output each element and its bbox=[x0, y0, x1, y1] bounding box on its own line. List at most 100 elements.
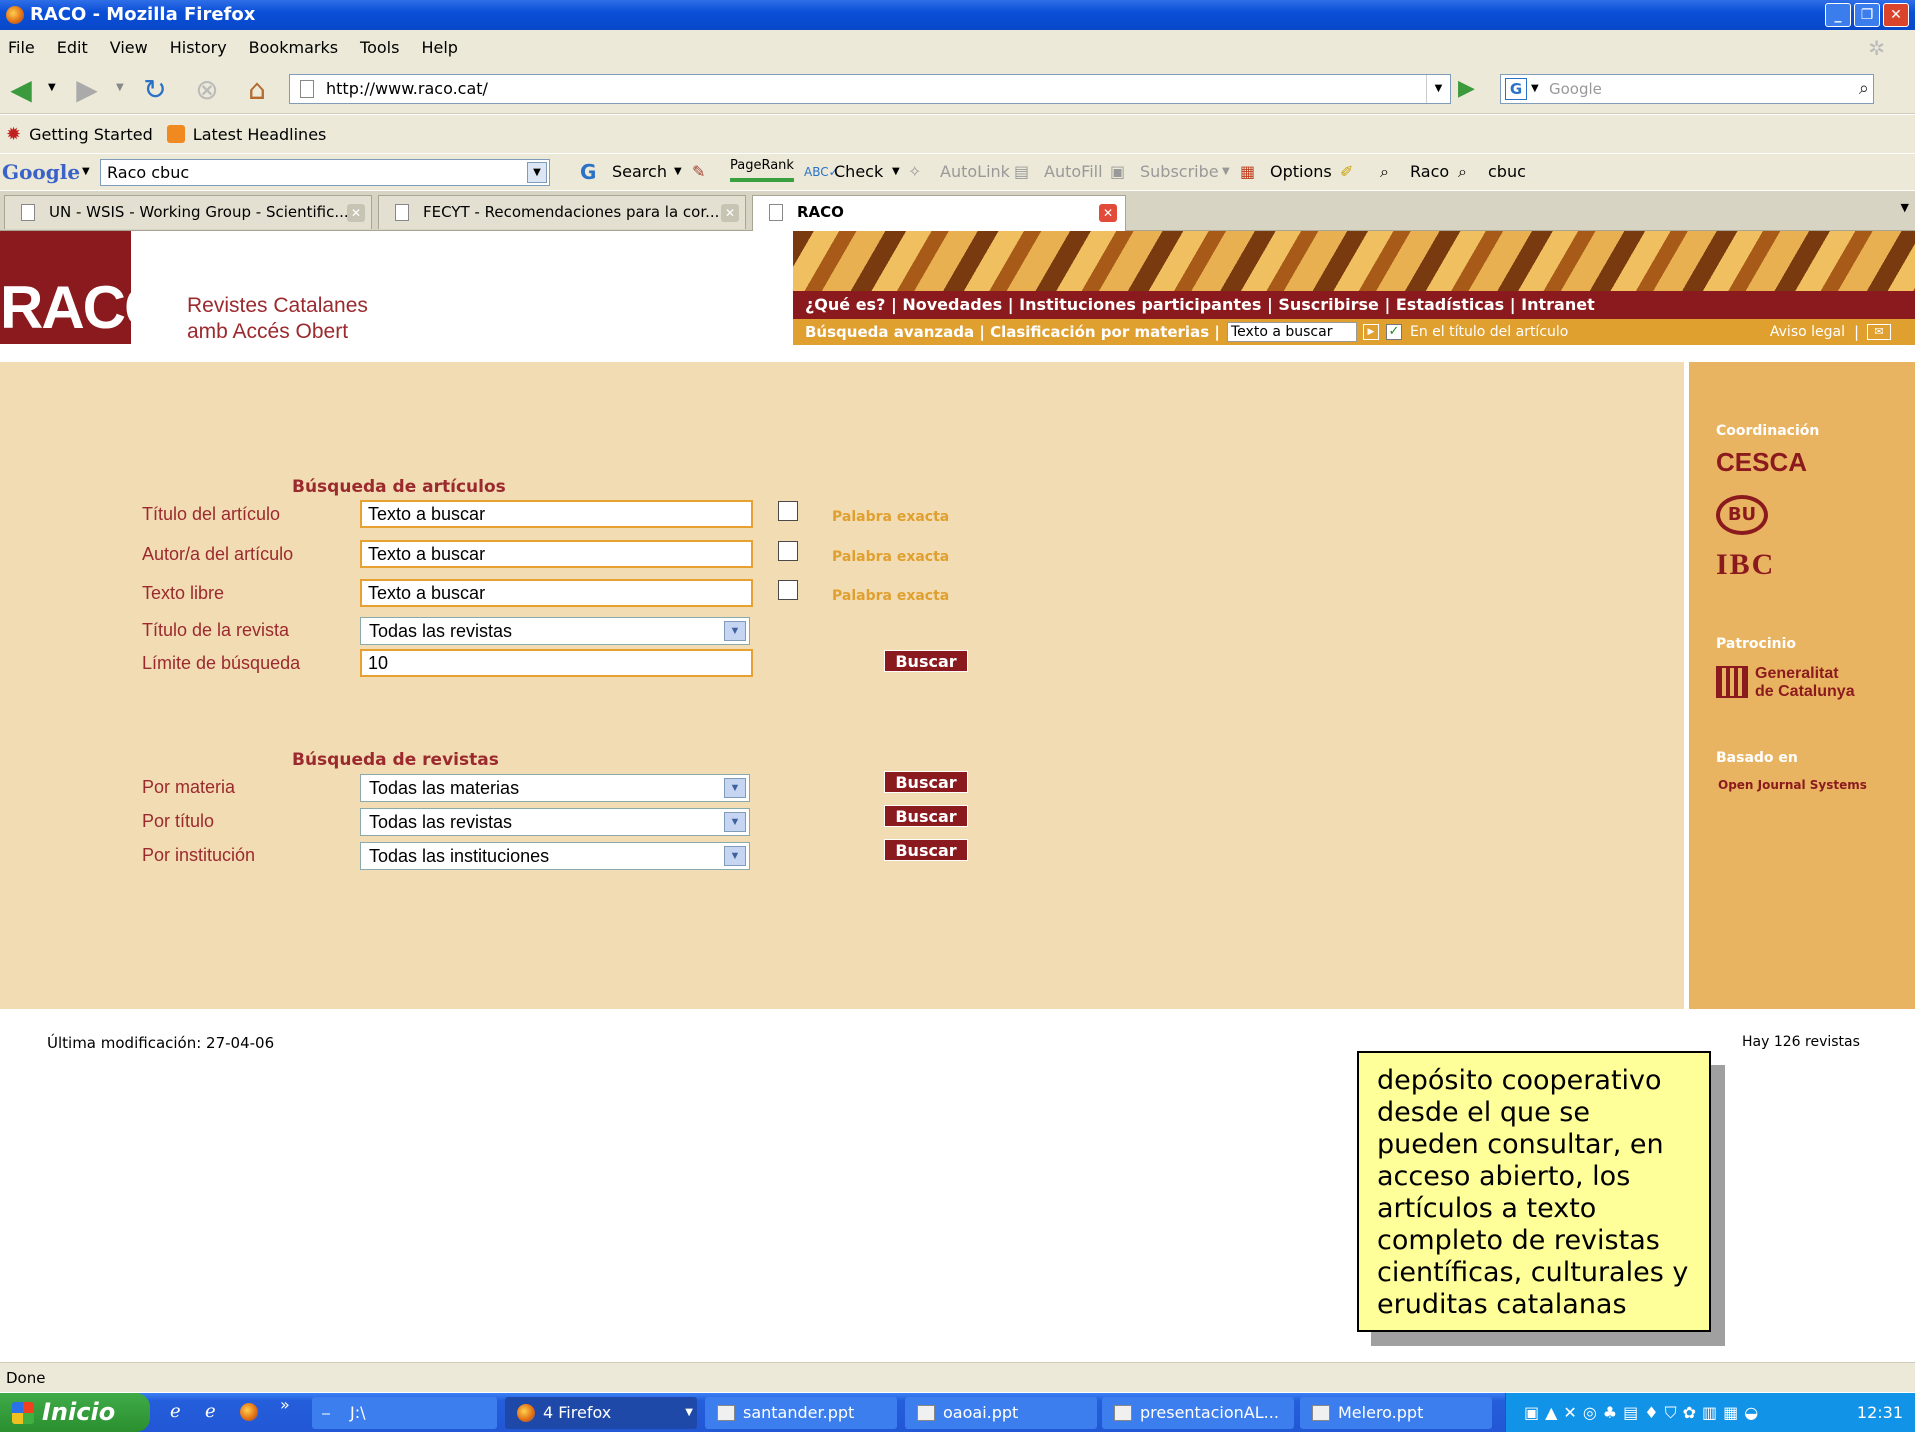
by-subject-search-button[interactable]: Buscar bbox=[884, 771, 968, 793]
nav-clasificacion[interactable]: Clasificación por materias bbox=[990, 323, 1209, 341]
bu-logo[interactable]: BU bbox=[1716, 495, 1768, 535]
cesca-logo[interactable]: CESCA bbox=[1716, 447, 1807, 478]
menu-history[interactable]: History bbox=[170, 38, 227, 57]
check-button[interactable]: Check bbox=[834, 154, 883, 190]
autolink-button[interactable]: AutoLink bbox=[940, 154, 1010, 190]
chevron-down-icon[interactable]: ▼ bbox=[724, 621, 746, 641]
go-arrow-icon[interactable]: ▶ bbox=[1458, 76, 1475, 101]
google-search-button[interactable]: Search bbox=[612, 154, 667, 190]
reload-icon[interactable]: ↻ bbox=[138, 72, 172, 106]
taskbar-item-firefox[interactable]: 4 Firefox ▼ bbox=[505, 1397, 697, 1429]
articles-search-button[interactable]: Buscar bbox=[884, 650, 968, 672]
autofill-button[interactable]: AutoFill bbox=[1044, 154, 1103, 190]
taskbar-item-drive[interactable]: ⎯ J:\ bbox=[312, 1397, 497, 1429]
news-icon[interactable]: ✎ bbox=[692, 154, 705, 190]
nav-novedades[interactable]: Novedades bbox=[902, 295, 1002, 314]
check-dropdown-icon[interactable]: ▼ bbox=[892, 154, 900, 190]
taskbar-item-oaoai[interactable]: oaoai.ppt bbox=[905, 1397, 1097, 1429]
menu-bookmarks[interactable]: Bookmarks bbox=[249, 38, 338, 57]
home-icon[interactable]: ⌂ bbox=[240, 72, 274, 106]
raco-logo[interactable]: RACO bbox=[0, 231, 131, 344]
menu-help[interactable]: Help bbox=[421, 38, 457, 57]
mail-icon[interactable]: ✉ bbox=[1867, 324, 1891, 340]
nav-instituciones[interactable]: Instituciones participantes bbox=[1019, 295, 1261, 314]
tab-close-icon[interactable]: ✕ bbox=[347, 204, 365, 222]
search-dropdown-icon[interactable]: ▼ bbox=[674, 154, 682, 190]
search-box[interactable]: G ▼ Google ⌕ bbox=[1500, 74, 1874, 104]
search-icon[interactable]: ⌕ bbox=[1859, 75, 1869, 103]
quicklaunch-browser-icon[interactable]: ℯ bbox=[205, 1401, 216, 1422]
minimize-button[interactable]: _ bbox=[1825, 3, 1851, 27]
tab-wsis[interactable]: UN - WSIS - Working Group - Scientific..… bbox=[4, 195, 372, 229]
by-institution-search-button[interactable]: Buscar bbox=[884, 839, 968, 861]
chevron-down-icon[interactable]: ▼ bbox=[724, 778, 746, 798]
generalitat-logo[interactable]: Generalitat de Catalunya bbox=[1755, 665, 1855, 701]
nav-busqueda-avanzada[interactable]: Búsqueda avanzada bbox=[805, 323, 974, 341]
tray-icons[interactable]: ▣▲✕◎♣▤♦⛉✿▥▦◒ bbox=[1524, 1393, 1764, 1432]
raco-search-button[interactable]: Raco bbox=[1410, 154, 1449, 190]
quicklaunch-ie-icon[interactable]: ℯ bbox=[170, 1401, 181, 1422]
tab-close-icon[interactable]: ✕ bbox=[1099, 204, 1117, 222]
bookmark-latest-headlines[interactable]: Latest Headlines bbox=[193, 125, 327, 144]
article-title-exact-checkbox[interactable] bbox=[778, 501, 798, 521]
chevron-down-icon[interactable]: ▼ bbox=[724, 846, 746, 866]
menu-file[interactable]: File bbox=[8, 38, 35, 57]
quicklaunch-firefox-icon[interactable] bbox=[240, 1403, 258, 1421]
subscribe-button[interactable]: Subscribe bbox=[1140, 154, 1219, 190]
stop-icon[interactable]: ⊗ bbox=[190, 72, 224, 106]
chevron-down-icon[interactable]: ▼ bbox=[724, 812, 746, 832]
quick-search-input[interactable]: Texto a buscar bbox=[1227, 322, 1357, 342]
taskbar-item-santander[interactable]: santander.ppt bbox=[705, 1397, 897, 1429]
article-author-exact-checkbox[interactable] bbox=[778, 541, 798, 561]
by-title-search-button[interactable]: Buscar bbox=[884, 805, 968, 827]
query-dropdown-icon[interactable]: ▼ bbox=[527, 162, 547, 183]
google-engine-icon[interactable]: G bbox=[1505, 78, 1527, 100]
back-dropdown-icon[interactable]: ▼ bbox=[48, 82, 56, 93]
article-author-input[interactable]: Texto a buscar bbox=[360, 540, 753, 568]
start-button[interactable]: Inicio bbox=[0, 1393, 150, 1432]
group-dropdown-icon[interactable]: ▼ bbox=[685, 1397, 693, 1429]
quick-search-go-icon[interactable]: ▶ bbox=[1363, 324, 1379, 340]
restore-button[interactable]: ❐ bbox=[1854, 3, 1880, 27]
by-title-select[interactable]: Todas las revistas ▼ bbox=[360, 808, 750, 836]
options-button[interactable]: Options bbox=[1270, 154, 1332, 190]
journal-title-select[interactable]: Todas las revistas ▼ bbox=[360, 617, 750, 645]
ojs-link[interactable]: Open Journal Systems bbox=[1718, 778, 1867, 792]
taskbar-item-melero[interactable]: Melero.ppt bbox=[1300, 1397, 1492, 1429]
back-arrow-icon[interactable]: ◀ bbox=[4, 72, 38, 106]
menu-view[interactable]: View bbox=[110, 38, 148, 57]
tab-raco[interactable]: RACO ✕ bbox=[752, 195, 1126, 231]
nav-intranet[interactable]: Intranet bbox=[1521, 295, 1595, 314]
nav-suscribirse[interactable]: Suscribirse bbox=[1278, 295, 1379, 314]
quicklaunch-more-icon[interactable]: » bbox=[280, 1395, 290, 1414]
nav-estadisticas[interactable]: Estadísticas bbox=[1396, 295, 1504, 314]
by-institution-select[interactable]: Todas las instituciones ▼ bbox=[360, 842, 750, 870]
subscribe-dropdown-icon[interactable]: ▼ bbox=[1222, 154, 1230, 190]
highlighter-icon[interactable]: ✐ bbox=[1340, 154, 1353, 190]
menu-edit[interactable]: Edit bbox=[57, 38, 88, 57]
free-text-input[interactable]: Texto a buscar bbox=[360, 579, 753, 607]
ibc-logo[interactable]: IBC bbox=[1716, 548, 1775, 582]
bookmark-getting-started[interactable]: Getting Started bbox=[29, 125, 153, 144]
close-window-button[interactable]: ✕ bbox=[1883, 3, 1909, 27]
google-logo[interactable]: Google bbox=[2, 154, 80, 190]
url-bar[interactable]: http://www.raco.cat/ ▼ bbox=[289, 74, 1451, 104]
by-subject-select[interactable]: Todas las materias ▼ bbox=[360, 774, 750, 802]
google-menu-dropdown-icon[interactable]: ▼ bbox=[82, 154, 90, 190]
forward-arrow-icon[interactable]: ▶ bbox=[70, 72, 104, 106]
tab-list-dropdown-icon[interactable]: ▼ bbox=[1901, 201, 1909, 214]
forward-dropdown-icon[interactable]: ▼ bbox=[116, 82, 124, 93]
tab-fecyt[interactable]: FECYT - Recomendaciones para la cor... ✕ bbox=[378, 195, 746, 229]
url-dropdown-icon[interactable]: ▼ bbox=[1426, 75, 1450, 103]
tab-close-icon[interactable]: ✕ bbox=[721, 204, 739, 222]
legal-link[interactable]: Aviso legal bbox=[1770, 319, 1845, 345]
engine-dropdown-icon[interactable]: ▼ bbox=[1531, 75, 1539, 103]
search-limit-input[interactable]: 10 bbox=[360, 649, 753, 677]
menu-tools[interactable]: Tools bbox=[360, 38, 399, 57]
article-title-input[interactable]: Texto a buscar bbox=[360, 500, 753, 528]
free-text-exact-checkbox[interactable] bbox=[778, 580, 798, 600]
title-only-checkbox[interactable]: ✓ bbox=[1386, 324, 1402, 340]
taskbar-item-presentacion[interactable]: presentacionAL... bbox=[1102, 1397, 1294, 1429]
google-query-input[interactable]: Raco cbuc ▼ bbox=[100, 159, 550, 186]
nav-que-es[interactable]: ¿Qué es? bbox=[805, 295, 885, 314]
